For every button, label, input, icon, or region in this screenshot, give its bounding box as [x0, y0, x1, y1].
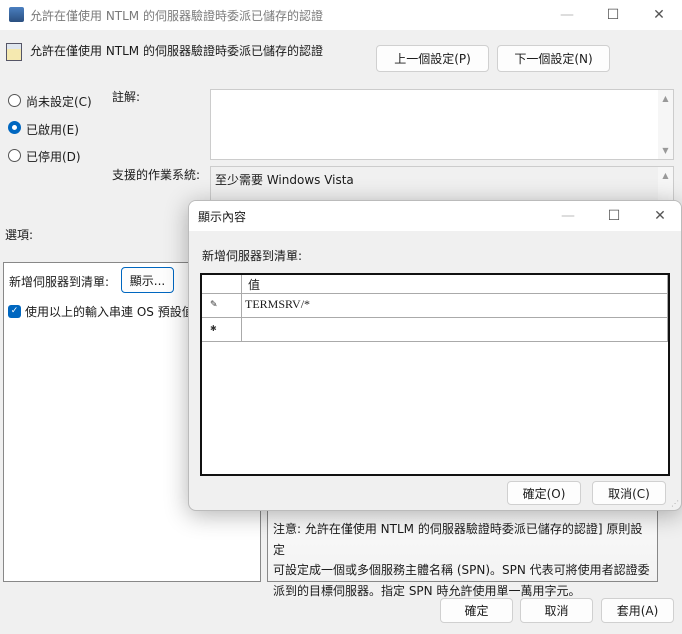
help-line: 注意: 允許在僅使用 NTLM 的伺服器驗證時委派已儲存的認證] 原則設定 — [273, 522, 643, 557]
radio-label: 尚未設定(C) — [26, 95, 92, 109]
close-button[interactable]: ✕ — [636, 0, 682, 30]
radio-enabled[interactable] — [8, 121, 21, 134]
previous-setting-button[interactable]: 上一個設定(P) — [376, 45, 489, 72]
scroll-up-icon[interactable]: ▲ — [662, 94, 668, 103]
column-header-value[interactable]: 值 — [242, 275, 668, 294]
show-button[interactable]: 顯示... — [121, 267, 174, 293]
dialog-maximize-button[interactable]: ☐ — [591, 201, 637, 231]
maximize-button[interactable]: ☐ — [590, 0, 636, 30]
server-list-label: 新增伺服器到清單: — [9, 275, 110, 289]
options-label: 選項: — [5, 228, 34, 242]
dialog-close-button[interactable]: ✕ — [637, 201, 681, 231]
pencil-icon: ✎ — [202, 294, 242, 318]
comment-label: 註解: — [112, 90, 141, 104]
show-contents-dialog: 顯示內容 — ☐ ✕ 新增伺服器到清單: 值 ✎ TERMSRV/* ✱ 確定(… — [188, 200, 682, 511]
dialog-title-bar: 顯示內容 — ☐ ✕ — [189, 201, 681, 231]
scroll-down-icon[interactable]: ▼ — [662, 146, 668, 155]
grid-cell-new[interactable] — [242, 318, 668, 342]
policy-icon — [6, 43, 22, 61]
checkbox-label: 使用以上的輸入串連 OS 預設值 — [25, 305, 194, 319]
new-row-icon: ✱ — [202, 318, 242, 342]
next-setting-button[interactable]: 下一個設定(N) — [497, 45, 610, 72]
title-bar: 允許在僅使用 NTLM 的伺服器驗證時委派已儲存的認證 — ☐ ✕ — [0, 0, 682, 30]
ok-button[interactable]: 確定 — [440, 598, 513, 623]
comment-textarea[interactable]: ▲ ▼ — [210, 89, 674, 160]
apply-button[interactable]: 套用(A) — [601, 598, 674, 623]
grid-corner — [202, 275, 242, 294]
grid-cell-value[interactable]: TERMSRV/* — [242, 294, 668, 318]
radio-label: 已停用(D) — [26, 150, 81, 164]
cancel-button[interactable]: 取消 — [520, 598, 593, 623]
minimize-button[interactable]: — — [544, 0, 590, 30]
radio-disabled[interactable] — [8, 149, 21, 162]
help-line: 可設定成一個或多個服務主體名稱 (SPN)。SPN 代表可將使用者認證委 — [273, 563, 650, 577]
dialog-title: 顯示內容 — [198, 210, 247, 224]
comment-scrollbar[interactable]: ▲ ▼ — [658, 90, 673, 159]
radio-not-configured[interactable] — [8, 94, 21, 107]
window-title: 允許在僅使用 NTLM 的伺服器驗證時委派已儲存的認證 — [30, 9, 323, 23]
dialog-minimize-button[interactable]: — — [545, 201, 591, 231]
supported-value: 至少需要 Windows Vista — [215, 173, 354, 187]
policy-name: 允許在僅使用 NTLM 的伺服器驗證時委派已儲存的認證 — [30, 44, 323, 58]
radio-label: 已啟用(E) — [26, 123, 79, 137]
supported-label: 支援的作業系統: — [112, 168, 201, 182]
app-icon — [9, 7, 24, 22]
scroll-up-icon[interactable]: ▲ — [662, 171, 668, 180]
checkbox-concatenate-os-defaults[interactable]: ✓ — [8, 305, 21, 318]
dialog-list-label: 新增伺服器到清單: — [202, 249, 303, 263]
dialog-cancel-button[interactable]: 取消(C) — [592, 481, 666, 505]
dialog-ok-button[interactable]: 確定(O) — [507, 481, 581, 505]
resize-grip-icon[interactable]: ⋰ — [671, 499, 679, 508]
value-grid: 值 ✎ TERMSRV/* ✱ — [200, 273, 670, 476]
